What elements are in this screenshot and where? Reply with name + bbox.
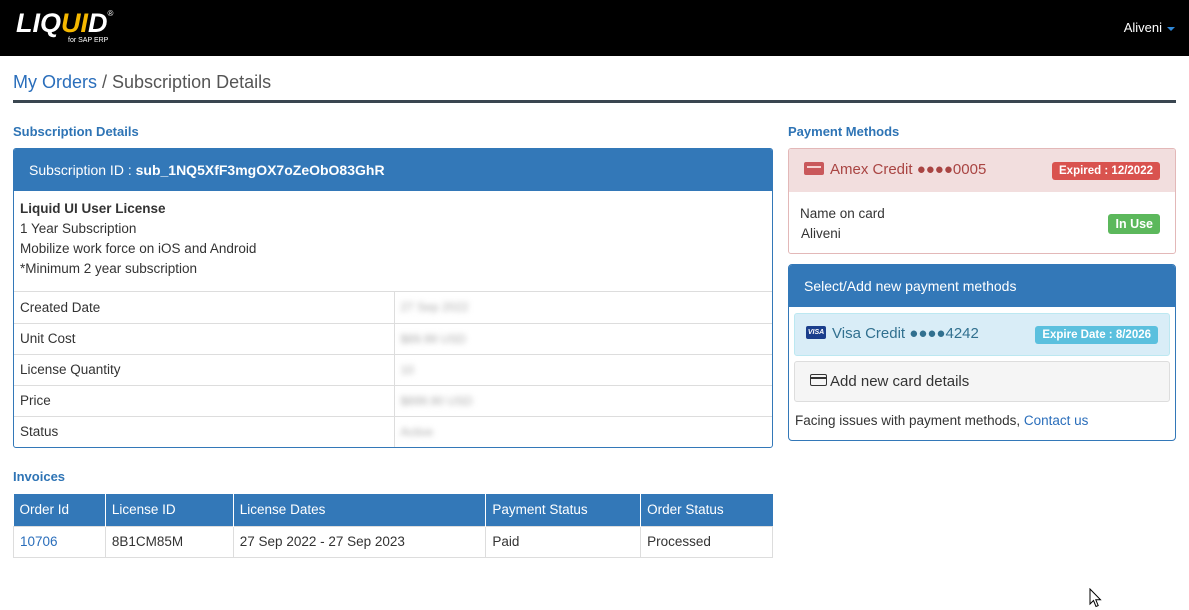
subscription-id-label: Subscription ID : [29, 162, 136, 178]
row-label: License Quantity [14, 354, 394, 386]
liquid-ui-logo[interactable]: LIQUID® for SAP ERP [16, 8, 114, 44]
subscription-id-value: sub_1NQ5XfF3mgOX7oZeObO83GhR [135, 162, 385, 178]
credit-card-icon [810, 374, 827, 387]
title-divider [13, 100, 1176, 103]
product-line-3: *Minimum 2 year subscription [20, 261, 198, 276]
user-menu[interactable]: Aliveni [1124, 20, 1175, 35]
subscription-details-heading: Subscription Details [13, 124, 139, 139]
order-id-cell: 10706 [13, 525, 106, 558]
table-row: License Quantity 10 [14, 354, 772, 386]
logo-subtitle: for SAP ERP [68, 37, 109, 44]
row-value: $899.90 USD [393, 385, 772, 417]
name-on-card-label: Name on card [800, 206, 885, 221]
add-new-card-button[interactable]: Add new card details [794, 361, 1170, 402]
breadcrumb: My Orders / Subscription Details [13, 72, 271, 93]
table-row: Created Date 27 Sep 2022 [14, 292, 772, 324]
subscription-id-header: Subscription ID : sub_1NQ5XfF3mgOX7oZeOb… [14, 149, 772, 191]
current-card-label: Amex Credit ●●●●0005 [830, 161, 987, 178]
facing-issues-text: Facing issues with payment methods, [795, 413, 1024, 428]
current-card-header: Amex Credit ●●●●0005 Expired : 12/2022 [789, 149, 1175, 192]
visa-card-icon: VISA [806, 325, 826, 339]
subscription-description: Liquid UI User License 1 Year Subscripti… [14, 191, 772, 292]
add-payment-header: Select/Add new payment methods [789, 265, 1175, 307]
table-row: Price $899.90 USD [14, 385, 772, 417]
row-value: 27 Sep 2022 [393, 292, 772, 324]
user-name: Aliveni [1123, 20, 1162, 35]
visa-card-label: Visa Credit ●●●●4242 [832, 325, 979, 342]
column-header-order-id: Order Id [13, 494, 106, 526]
breadcrumb-separator: / [97, 72, 113, 92]
payment-help-text: Facing issues with payment methods, Cont… [795, 413, 1088, 428]
column-header-license-dates: License Dates [233, 494, 487, 526]
table-row: 10706 8B1CM85M 27 Sep 2022 - 27 Sep 2023… [13, 525, 773, 558]
payment-status-cell: Paid [485, 525, 642, 558]
breadcrumb-current: Subscription Details [112, 72, 272, 92]
payment-methods-heading: Payment Methods [788, 124, 900, 139]
row-value: Active [393, 416, 772, 447]
invoices-table: Order Id License ID License Dates Paymen… [13, 494, 773, 558]
current-payment-card: Amex Credit ●●●●0005 Expired : 12/2022 N… [788, 148, 1176, 254]
amex-card-icon [804, 161, 824, 175]
column-header-license-id: License ID [105, 494, 234, 526]
row-label: Status [20, 424, 59, 440]
add-payment-panel: Select/Add new payment methods VISA Visa … [788, 264, 1176, 441]
product-line-2: Mobilize work force on iOS and Android [20, 241, 257, 256]
top-navbar: LIQUID® for SAP ERP Aliveni [0, 0, 1189, 56]
subscription-panel: Subscription ID : sub_1NQ5XfF3mgOX7oZeOb… [13, 148, 773, 448]
table-row: Unit Cost $89.99 USD [14, 323, 772, 355]
row-value: 10 [393, 354, 772, 386]
product-name: Liquid UI User License [20, 201, 166, 216]
row-label: Price [14, 385, 394, 417]
order-status-cell: Processed [640, 525, 773, 558]
order-id-link[interactable]: 10706 [20, 534, 58, 549]
subscription-details-table: Created Date 27 Sep 2022 Unit Cost $89.9… [14, 292, 772, 447]
breadcrumb-my-orders-link[interactable]: My Orders [13, 72, 97, 92]
row-label: Unit Cost [14, 323, 394, 355]
visa-card-option[interactable]: VISA Visa Credit ●●●●4242 Expire Date : 8… [794, 313, 1170, 356]
name-on-card-value: Aliveni [801, 226, 841, 241]
in-use-badge: In Use [1108, 214, 1160, 234]
product-line-1: 1 Year Subscription [20, 221, 137, 236]
logo-wordmark: LIQUID [16, 8, 108, 38]
license-dates-cell: 27 Sep 2022 - 27 Sep 2023 [232, 525, 487, 558]
invoices-heading: Invoices [13, 469, 66, 484]
license-id-cell: 8B1CM85M [104, 525, 234, 558]
table-header-row: Order Id License ID License Dates Paymen… [13, 494, 773, 526]
contact-us-link[interactable]: Contact us [1024, 413, 1089, 428]
caret-down-icon [1167, 26, 1175, 31]
expired-badge: Expired : 12/2022 [1052, 162, 1160, 180]
row-value: $89.99 USD [393, 323, 772, 355]
add-new-card-label: Add new card details [830, 373, 970, 390]
table-row: Status Active [14, 416, 772, 447]
row-label: Created Date [14, 292, 394, 324]
column-header-payment-status: Payment Status [485, 494, 642, 526]
logo-registered-mark: ® [107, 9, 114, 18]
expire-date-badge: Expire Date : 8/2026 [1035, 326, 1158, 344]
column-header-order-status: Order Status [640, 494, 773, 526]
mouse-cursor-icon [1089, 588, 1102, 608]
